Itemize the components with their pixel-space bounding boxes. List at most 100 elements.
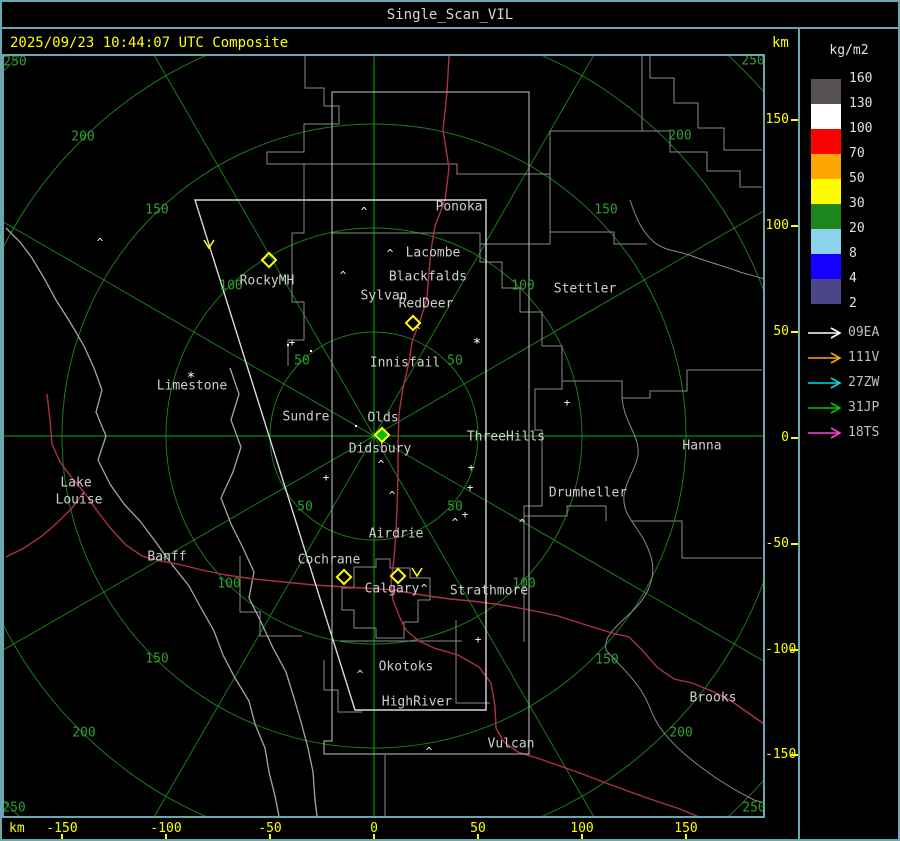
scale-color-box [811,204,841,229]
caret-symbol: ^ [387,247,394,260]
city-labels: PonokaLacombeBlackfaldsSylvanRedDeerRock… [56,200,737,752]
dot-symbol [355,425,357,427]
city-label: Strathmore [450,584,528,599]
caret-symbol: ^ [97,236,104,249]
right-axis-tick-label: -50 [765,536,789,551]
city-label: HighRiver [382,695,453,710]
right-axis-tick-mark [791,331,798,333]
caret-symbol: ^ [340,269,347,282]
plus-symbol: + [564,396,571,409]
scale-value-label: 20 [849,221,865,236]
station-id-label: 111V [848,350,880,365]
radar-map[interactable]: 50 5050 50100 100100 100150 150150 150200 20020… [4,56,763,816]
ring-distance-label: 50 [447,354,463,369]
city-label: Stettler [554,282,617,297]
city-label: RedDeer [399,297,454,312]
right-axis-tick-mark [791,225,798,227]
scale-color-box [811,104,841,129]
ring-distance-label: 200 [668,129,691,144]
bottom-axis-unit-label: km [9,821,25,836]
ring-distance-label: 150 [145,203,168,218]
dot-symbol [310,350,312,352]
scale-color-box [811,129,841,154]
station-legend-row: 27ZW [800,373,898,393]
city-label: Vulcan [488,737,535,752]
right-axis-tick-mark [791,437,798,439]
station-id-label: 27ZW [848,375,880,390]
bottom-axis: km -150 -100 -50 0 50 100 150 [2,818,765,839]
city-label: Brooks [690,691,737,706]
map-frame: 50 50 50 50 100 100 100 100 150 150 150 150 200 200 20… [2,54,765,818]
ring-distance-label: 200 [669,726,692,741]
scan-timestamp: 2025/09/23 10:44:07 UTC Composite [10,35,289,51]
plus-symbol: + [323,471,330,484]
scale-color-box [811,154,841,179]
caret-symbol: ^ [357,668,364,681]
station-id-label: 31JP [848,400,880,415]
window-title: Single_Scan_VIL [386,6,514,23]
station-arrow-icon [808,402,842,414]
asterisk-symbol: * [473,336,481,352]
ring-distance-label: 150 [594,203,617,218]
ring-distance-label: 250 [4,801,26,816]
right-axis-tick-label: 100 [765,218,789,233]
ring-distance-label: 250 [4,56,27,70]
bottom-axis-tick-mark [61,834,63,839]
city-label: Okotoks [379,660,434,675]
right-axis-tick-mark [791,649,798,651]
info-bar: 2025/09/23 10:44:07 UTC Composite km [2,29,798,56]
station-id-label: 09EA [848,325,880,340]
right-axis-tick-label: 0 [781,430,789,445]
dot-symbol [287,344,289,346]
station-legend-row: 31JP [800,398,898,418]
bottom-axis-tick-mark [373,834,375,839]
scale-color-box [811,254,841,279]
scale-color-box [811,79,841,104]
right-axis-tick-label: -100 [765,642,797,657]
city-label: Ponoka [436,200,483,215]
scale-value-label: 100 [849,121,873,136]
asterisk-symbol: * [187,370,195,386]
ring-distance-label: 200 [71,130,94,145]
scale-color-box [811,229,841,254]
city-label: Sundre [283,410,330,425]
title-bar: Single_Scan_VIL [2,2,898,29]
radar-viewer-window: Single_Scan_VIL 2025/09/23 10:44:07 UTC … [0,0,900,841]
station-arrow-icon [808,352,842,364]
ring-distance-label: 50 [447,500,463,515]
city-label: Louise [56,493,103,508]
caret-symbol: ^ [452,516,459,529]
caret-symbol: ^ [519,517,526,530]
ring-distance-label: 50 [294,354,310,369]
bottom-axis-tick-mark [685,834,687,839]
ring-distance-label: 250 [741,56,763,69]
vector-check-marker [411,567,423,578]
legend-unit-label: kg/m2 [829,43,869,58]
ring-distance-label: 200 [72,726,95,741]
scale-value-label: 2 [849,296,857,311]
station-arrow-icon [808,427,842,439]
station-arrow-icon [808,377,842,389]
scale-value-label: 50 [849,171,865,186]
mountain-boundaries [5,227,318,816]
ring-distance-label: 150 [145,652,168,667]
station-id-label: 18TS [848,425,880,440]
right-axis-unit-label: km [772,35,789,51]
caret-symbol: ^ [389,489,396,502]
caret-symbol: ^ [361,205,368,218]
right-axis-tick-mark [791,119,798,121]
right-axis-tick-label: -150 [765,747,797,762]
ring-distance-label: 50 [297,500,313,515]
ring-distance-label: 100 [217,577,240,592]
scale-value-label: 130 [849,96,873,111]
city-label: RockyMH [240,274,295,289]
station-legend-row: 111V [800,348,898,368]
station-arrow-icon [808,327,842,339]
city-label: ThreeHills [467,430,545,445]
plus-symbol: + [468,461,475,474]
city-label: Cochrane [298,553,361,568]
scale-color-box [811,279,841,304]
map-symbols: ^^^^^^^^ ^^^^+++++++** [97,205,571,758]
city-label: Hanna [682,439,721,454]
city-label: Drumheller [549,486,627,501]
